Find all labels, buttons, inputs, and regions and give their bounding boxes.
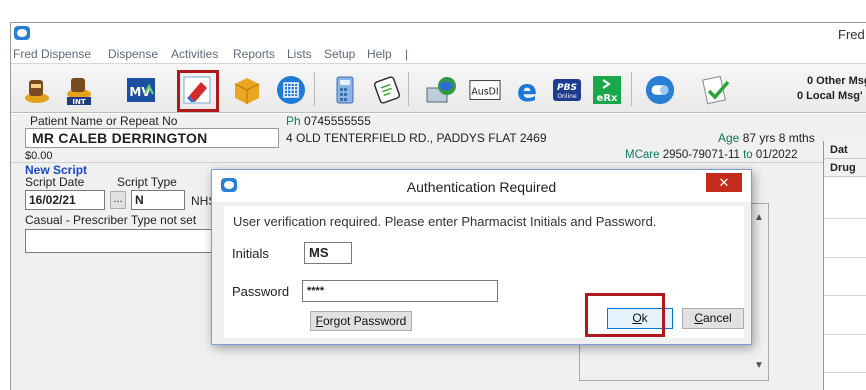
close-icon: ✕ bbox=[718, 175, 730, 190]
toolbar-separator bbox=[408, 72, 409, 106]
menu-reports[interactable]: Reports bbox=[233, 47, 275, 61]
checklist-icon[interactable] bbox=[700, 74, 732, 106]
prescriber-input[interactable] bbox=[25, 229, 230, 253]
script-type-label: Script Type bbox=[117, 175, 177, 189]
dialog-title: Authentication Required bbox=[406, 179, 557, 195]
script-history-grid[interactable]: Dat Drug bbox=[823, 141, 866, 390]
ok-button-highlight bbox=[585, 293, 665, 337]
menu-fred-dispense[interactable]: Fred Dispense bbox=[13, 47, 91, 61]
patient-name-label: Patient Name or Repeat No bbox=[30, 114, 178, 128]
dialog-close-button[interactable]: ✕ bbox=[706, 173, 742, 192]
grid-row-divider bbox=[824, 295, 866, 296]
menu-help[interactable]: Help bbox=[367, 47, 392, 61]
pbs-online-icon[interactable]: PBS Online bbox=[551, 74, 583, 106]
age-value: 87 yrs 8 mths bbox=[742, 131, 815, 145]
grid-row-divider bbox=[824, 372, 866, 373]
patient-age: Age 87 yrs 8 mths bbox=[718, 131, 815, 145]
grid-icon[interactable] bbox=[275, 74, 307, 106]
forgot-password-mnemonic: F bbox=[315, 314, 323, 328]
title-bar: Fred bbox=[11, 23, 866, 45]
message-counters[interactable]: 0 Other Msg' 0 Local Msg' bbox=[797, 74, 866, 104]
patient-address: 4 OLD TENTERFIELD RD., PADDYS FLAT 2469 bbox=[286, 131, 547, 145]
menu-lists[interactable]: Lists bbox=[287, 47, 312, 61]
toolbar: INT MV AusDI e PBS Online eRx 0 Other Ms… bbox=[11, 63, 866, 113]
dialog-body: User verification required. Please enter… bbox=[224, 206, 744, 338]
medicare-expiry: 01/2022 bbox=[755, 149, 798, 161]
dispense-int-icon[interactable]: INT bbox=[63, 74, 95, 106]
medication-profile-highlight bbox=[177, 70, 219, 112]
authentication-dialog: Authentication Required ✕ User verificat… bbox=[211, 169, 752, 345]
script-label-icon[interactable] bbox=[371, 74, 403, 106]
dispense-icon[interactable] bbox=[21, 74, 53, 106]
dialog-message: User verification required. Please enter… bbox=[233, 214, 657, 229]
patient-phone: Ph 0745555555 bbox=[286, 114, 371, 128]
menu-dispense[interactable]: Dispense bbox=[108, 47, 158, 61]
local-messages[interactable]: 0 Local Msg' bbox=[797, 89, 866, 104]
menu-separator: | bbox=[405, 47, 409, 61]
cancel-button[interactable]: Cancel bbox=[682, 308, 744, 329]
script-date-label: Script Date bbox=[25, 175, 85, 189]
grid-row-divider bbox=[824, 334, 866, 335]
ausdi-icon[interactable]: AusDI bbox=[469, 74, 501, 106]
pbs-label: PBS bbox=[557, 83, 577, 93]
window-title: Fred bbox=[838, 27, 865, 42]
cancel-mnemonic: C bbox=[694, 311, 703, 325]
initials-label: Initials bbox=[232, 246, 269, 261]
pbs-online-label: Online bbox=[557, 93, 577, 100]
menu-bar: Fred Dispense Dispense Activities Report… bbox=[11, 45, 866, 63]
mv-icon[interactable]: MV bbox=[125, 74, 157, 106]
script-date-picker-button[interactable]: ... bbox=[110, 191, 126, 209]
erx-label: eRx bbox=[597, 93, 618, 104]
script-date-input[interactable]: 16/02/21 bbox=[25, 190, 105, 210]
grid-row-divider bbox=[824, 218, 866, 219]
script-type-input[interactable]: N bbox=[131, 190, 185, 210]
patient-name-field[interactable]: MR CALEB DERRINGTON bbox=[25, 128, 279, 148]
prescriber-type-label: Casual - Prescriber Type not set bbox=[25, 213, 197, 227]
ausdi-label: AusDI bbox=[471, 87, 498, 98]
medicare-number: 2950-79071-11 bbox=[662, 149, 740, 161]
grid-row-divider bbox=[824, 257, 866, 258]
patient-balance: $0.00 bbox=[25, 150, 53, 162]
medicare-label: MCare bbox=[625, 149, 660, 161]
password-input[interactable]: **** bbox=[302, 280, 498, 302]
scroll-down-icon[interactable]: ▼ bbox=[754, 360, 764, 371]
calculator-icon[interactable] bbox=[329, 74, 361, 106]
age-label: Age bbox=[718, 131, 740, 145]
menu-setup[interactable]: Setup bbox=[324, 47, 355, 61]
fred-pill-icon[interactable] bbox=[644, 74, 676, 106]
other-messages[interactable]: 0 Other Msg' bbox=[797, 74, 866, 89]
fred-app-icon bbox=[14, 26, 30, 40]
grid-header-date[interactable]: Dat bbox=[824, 141, 866, 159]
patient-medicare: MCare 2950-79071-11 to 01/2022 bbox=[625, 149, 797, 161]
stock-box-icon[interactable] bbox=[231, 74, 263, 106]
scroll-up-icon[interactable]: ▲ bbox=[754, 212, 764, 223]
phone-number: 0745555555 bbox=[304, 114, 371, 128]
medicare-to-label: to bbox=[743, 149, 753, 161]
password-label: Password bbox=[232, 284, 290, 299]
erx-icon[interactable]: eRx bbox=[591, 74, 623, 106]
svg-text:e: e bbox=[517, 74, 537, 106]
initials-input[interactable]: MS bbox=[304, 242, 352, 264]
internet-explorer-icon[interactable]: e bbox=[511, 74, 543, 106]
dialog-title-bar: Authentication Required ✕ bbox=[212, 170, 751, 202]
int-label: INT bbox=[72, 98, 85, 106]
panel-scrollbar[interactable]: ▲ ▼ bbox=[750, 204, 768, 380]
forgot-password-button[interactable]: Forgot Password bbox=[310, 311, 412, 331]
phone-prefix: Ph bbox=[286, 114, 301, 128]
grid-header-drug[interactable]: Drug bbox=[824, 159, 866, 177]
menu-activities[interactable]: Activities bbox=[171, 47, 218, 61]
cancel-label: ancel bbox=[702, 311, 732, 325]
internet-computer-icon[interactable] bbox=[425, 74, 457, 106]
forgot-password-label: orgot Password bbox=[322, 314, 407, 328]
toolbar-separator bbox=[314, 72, 315, 106]
toolbar-separator bbox=[631, 72, 632, 106]
patient-panel: Patient Name or Repeat No MR CALEB DERRI… bbox=[11, 114, 866, 162]
